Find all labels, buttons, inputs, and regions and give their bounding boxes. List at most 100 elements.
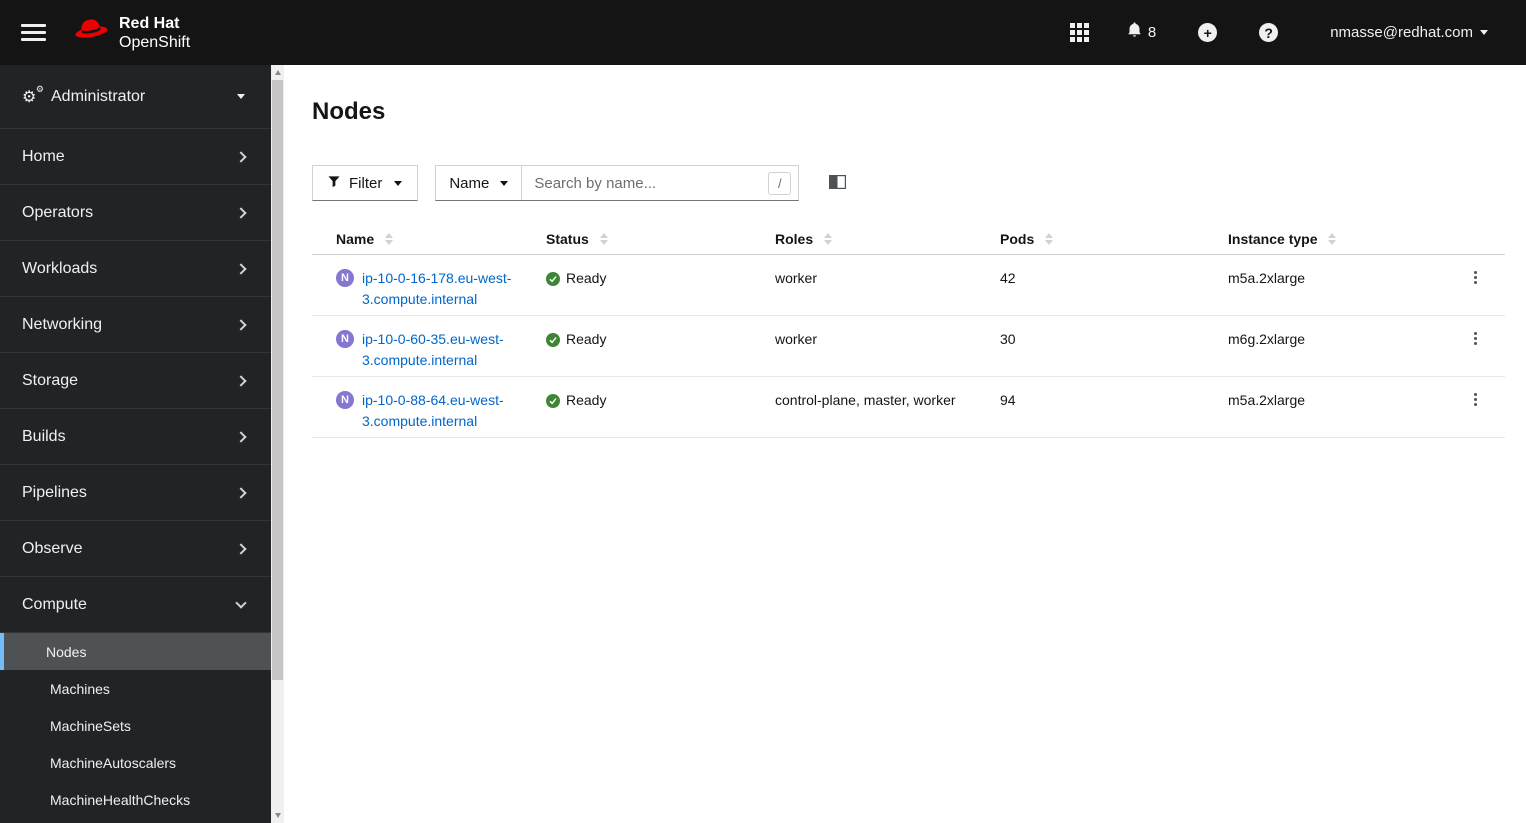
check-circle-icon: [546, 271, 560, 286]
help-button[interactable]: ?: [1259, 23, 1279, 42]
sidebar-item-machines[interactable]: Machines: [0, 670, 271, 707]
sidebar-item-machineautoscalers[interactable]: MachineAutoscalers: [0, 744, 271, 781]
pods-cell: 94: [1000, 376, 1228, 438]
node-resource-icon: N: [336, 391, 354, 409]
brand-logo[interactable]: Red Hat OpenShift: [72, 14, 190, 52]
user-email: nmasse@redhat.com: [1330, 24, 1473, 41]
sidebar-scrollbar[interactable]: [271, 65, 284, 823]
redhat-fedora-icon: [72, 15, 110, 50]
app-launcher-icon[interactable]: [1069, 23, 1089, 42]
bell-icon: [1126, 21, 1143, 44]
status-text: Ready: [566, 270, 607, 286]
sidebar-nav: ⚙ ⚙ Administrator Home Operators Workload…: [0, 65, 284, 823]
perspective-switcher[interactable]: ⚙ ⚙ Administrator: [0, 65, 271, 129]
table-header-row: Name Status Roles Pods Instance type: [312, 222, 1505, 255]
menu-toggle-icon[interactable]: [21, 24, 46, 41]
column-header-roles[interactable]: Roles: [775, 231, 813, 247]
roles-cell: worker: [775, 254, 1000, 316]
column-header-status[interactable]: Status: [546, 231, 589, 247]
sidebar-item-pipelines[interactable]: Pipelines: [0, 465, 271, 521]
sidebar-item-machinesets[interactable]: MachineSets: [0, 707, 271, 744]
masthead: Red Hat OpenShift 8 + ? nmasse@redhat.co…: [0, 0, 1526, 65]
sort-icon[interactable]: [824, 233, 833, 245]
check-circle-icon: [546, 332, 560, 347]
instance-type-cell: m5a.2xlarge: [1228, 376, 1460, 438]
scroll-down-arrow[interactable]: [271, 808, 284, 823]
instance-type-cell: m6g.2xlarge: [1228, 315, 1460, 377]
column-header-instance-type[interactable]: Instance type: [1228, 231, 1317, 247]
toolbar: Filter Name /: [312, 165, 1526, 201]
plus-circle-icon: +: [1198, 23, 1218, 42]
node-resource-icon: N: [336, 269, 354, 287]
sidebar-item-compute[interactable]: Compute: [0, 577, 271, 633]
sidebar-item-builds[interactable]: Builds: [0, 409, 271, 465]
sidebar-item-home[interactable]: Home: [0, 129, 271, 185]
sidebar-item-machinehealthchecks[interactable]: MachineHealthChecks: [0, 781, 271, 818]
quick-create-button[interactable]: +: [1198, 23, 1218, 42]
search-attribute-dropdown[interactable]: Name: [436, 166, 523, 200]
instance-type-cell: m5a.2xlarge: [1228, 254, 1460, 316]
chevron-right-icon: [235, 206, 247, 219]
scroll-up-arrow[interactable]: [271, 65, 284, 80]
chevron-down-icon: [235, 596, 247, 609]
chevron-right-icon: [235, 542, 247, 555]
chevron-right-icon: [235, 430, 247, 443]
sidebar-item-observe[interactable]: Observe: [0, 521, 271, 577]
node-link[interactable]: ip-10-0-60-35.eu-west-3.compute.internal: [362, 329, 534, 371]
chevron-right-icon: [235, 262, 247, 275]
caret-down-icon: [394, 180, 403, 186]
table-row: N ip-10-0-60-35.eu-west-3.compute.intern…: [312, 315, 1505, 377]
page-title: Nodes: [312, 98, 386, 125]
chevron-right-icon: [235, 318, 247, 331]
search-input[interactable]: [522, 166, 799, 200]
sort-icon[interactable]: [1328, 233, 1337, 245]
sidebar-item-operators[interactable]: Operators: [0, 185, 271, 241]
check-circle-icon: [546, 393, 560, 408]
sort-icon[interactable]: [599, 233, 608, 245]
filter-dropdown[interactable]: Filter: [312, 165, 419, 201]
sidebar-item-storage[interactable]: Storage: [0, 353, 271, 409]
column-header-pods[interactable]: Pods: [1000, 231, 1034, 247]
status-text: Ready: [566, 392, 607, 408]
user-menu[interactable]: nmasse@redhat.com: [1330, 24, 1488, 41]
kebab-menu-button[interactable]: [1468, 268, 1483, 287]
table-row: N ip-10-0-16-178.eu-west-3.compute.inter…: [312, 254, 1505, 316]
sort-icon[interactable]: [1045, 233, 1054, 245]
sort-icon[interactable]: [385, 233, 394, 245]
caret-down-icon: [1480, 30, 1488, 35]
notification-count: 8: [1147, 24, 1157, 41]
chevron-right-icon: [235, 150, 247, 163]
manage-columns-button[interactable]: [829, 174, 847, 192]
chevron-right-icon: [235, 374, 247, 387]
cogs-icon: ⚙ ⚙: [22, 83, 44, 106]
table-row: N ip-10-0-88-64.eu-west-3.compute.intern…: [312, 376, 1505, 438]
node-link[interactable]: ip-10-0-88-64.eu-west-3.compute.internal: [362, 390, 534, 432]
question-circle-icon: ?: [1259, 23, 1279, 42]
compute-subnav: Nodes Machines MachineSets MachineAutosc…: [0, 633, 271, 818]
status-text: Ready: [566, 331, 607, 347]
kebab-menu-button[interactable]: [1468, 390, 1483, 409]
kebab-menu-button[interactable]: [1468, 329, 1483, 348]
main-content: Nodes Filter Name /: [284, 65, 1526, 823]
caret-down-icon: [500, 180, 509, 186]
scrollbar-thumb[interactable]: [272, 80, 283, 680]
pods-cell: 42: [1000, 254, 1228, 316]
column-header-name[interactable]: Name: [336, 231, 374, 247]
sidebar-item-workloads[interactable]: Workloads: [0, 241, 271, 297]
slash-shortcut-hint: /: [768, 172, 792, 195]
node-resource-icon: N: [336, 330, 354, 348]
sidebar-item-networking[interactable]: Networking: [0, 297, 271, 353]
brand-text: Red Hat OpenShift: [119, 14, 191, 51]
filter-funnel-icon: [328, 175, 340, 191]
chevron-right-icon: [235, 486, 247, 499]
roles-cell: worker: [775, 315, 1000, 377]
sidebar-item-nodes[interactable]: Nodes: [0, 633, 271, 670]
nodes-table: Name Status Roles Pods Instance type N i…: [312, 222, 1505, 438]
columns-icon: [829, 174, 847, 192]
perspective-label: Administrator: [51, 87, 146, 105]
notifications-button[interactable]: 8: [1126, 21, 1156, 44]
roles-cell: control-plane, master, worker: [775, 376, 1000, 438]
node-link[interactable]: ip-10-0-16-178.eu-west-3.compute.interna…: [362, 268, 534, 310]
pods-cell: 30: [1000, 315, 1228, 377]
caret-down-icon: [237, 94, 245, 99]
